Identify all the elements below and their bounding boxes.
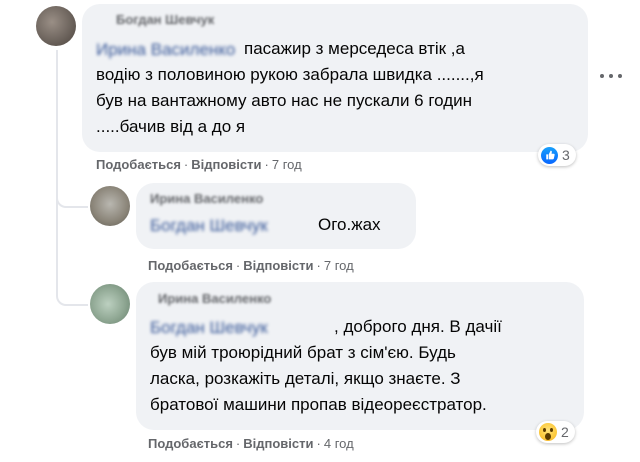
comment-author[interactable]: Ирина Василенко [158,291,271,306]
timestamp[interactable]: 7 год [272,157,302,172]
like-icon [541,146,558,164]
comment-text: , доброго дня. В дачії був мій троюрідни… [150,317,502,414]
timestamp[interactable]: 7 год [324,258,354,273]
avatar[interactable] [90,186,130,226]
comment-actions: Подобається · Відповісти · 7 год [96,157,302,172]
reply-button[interactable]: Відповісти [243,436,313,451]
reaction-count: 3 [562,147,570,163]
comment-bubble: Богдан Шевчук Ирина Василенко пасажир з … [82,4,588,152]
avatar[interactable] [90,284,130,324]
wow-icon [539,423,557,441]
reply-button[interactable]: Відповісти [243,258,313,273]
like-button[interactable]: Подобається [148,258,233,273]
comment-actions: Подобається · Відповісти · 7 год [148,258,354,273]
comment-author[interactable]: Богдан Шевчук [116,12,214,27]
like-button[interactable]: Подобається [96,157,181,172]
avatar[interactable] [36,6,76,46]
comment-actions: Подобається · Відповісти · 4 год [148,436,354,451]
thread-connector-2 [56,270,88,306]
thread-connector-1 [56,170,88,208]
comment-bubble: Ирина Василенко Богдан Шевчук , доброго … [136,282,584,430]
comment-text: Ого.жах [318,215,381,234]
comment-author[interactable]: Ирина Василенко [150,191,263,206]
reaction-summary[interactable]: 3 [538,144,576,166]
comment-bubble: Ирина Василенко Богдан Шевчук Ого.жах [136,183,416,249]
comment-text: пасажир з мерседеса втік ,а водію з поло… [96,39,484,136]
reaction-count: 2 [561,424,569,440]
reaction-summary[interactable]: 2 [536,421,575,443]
reply-button[interactable]: Відповісти [191,157,261,172]
timestamp[interactable]: 4 год [324,436,354,451]
like-button[interactable]: Подобається [148,436,233,451]
comment-mention[interactable]: Богдан Шевчук [150,216,268,236]
more-options-icon[interactable] [600,68,622,84]
